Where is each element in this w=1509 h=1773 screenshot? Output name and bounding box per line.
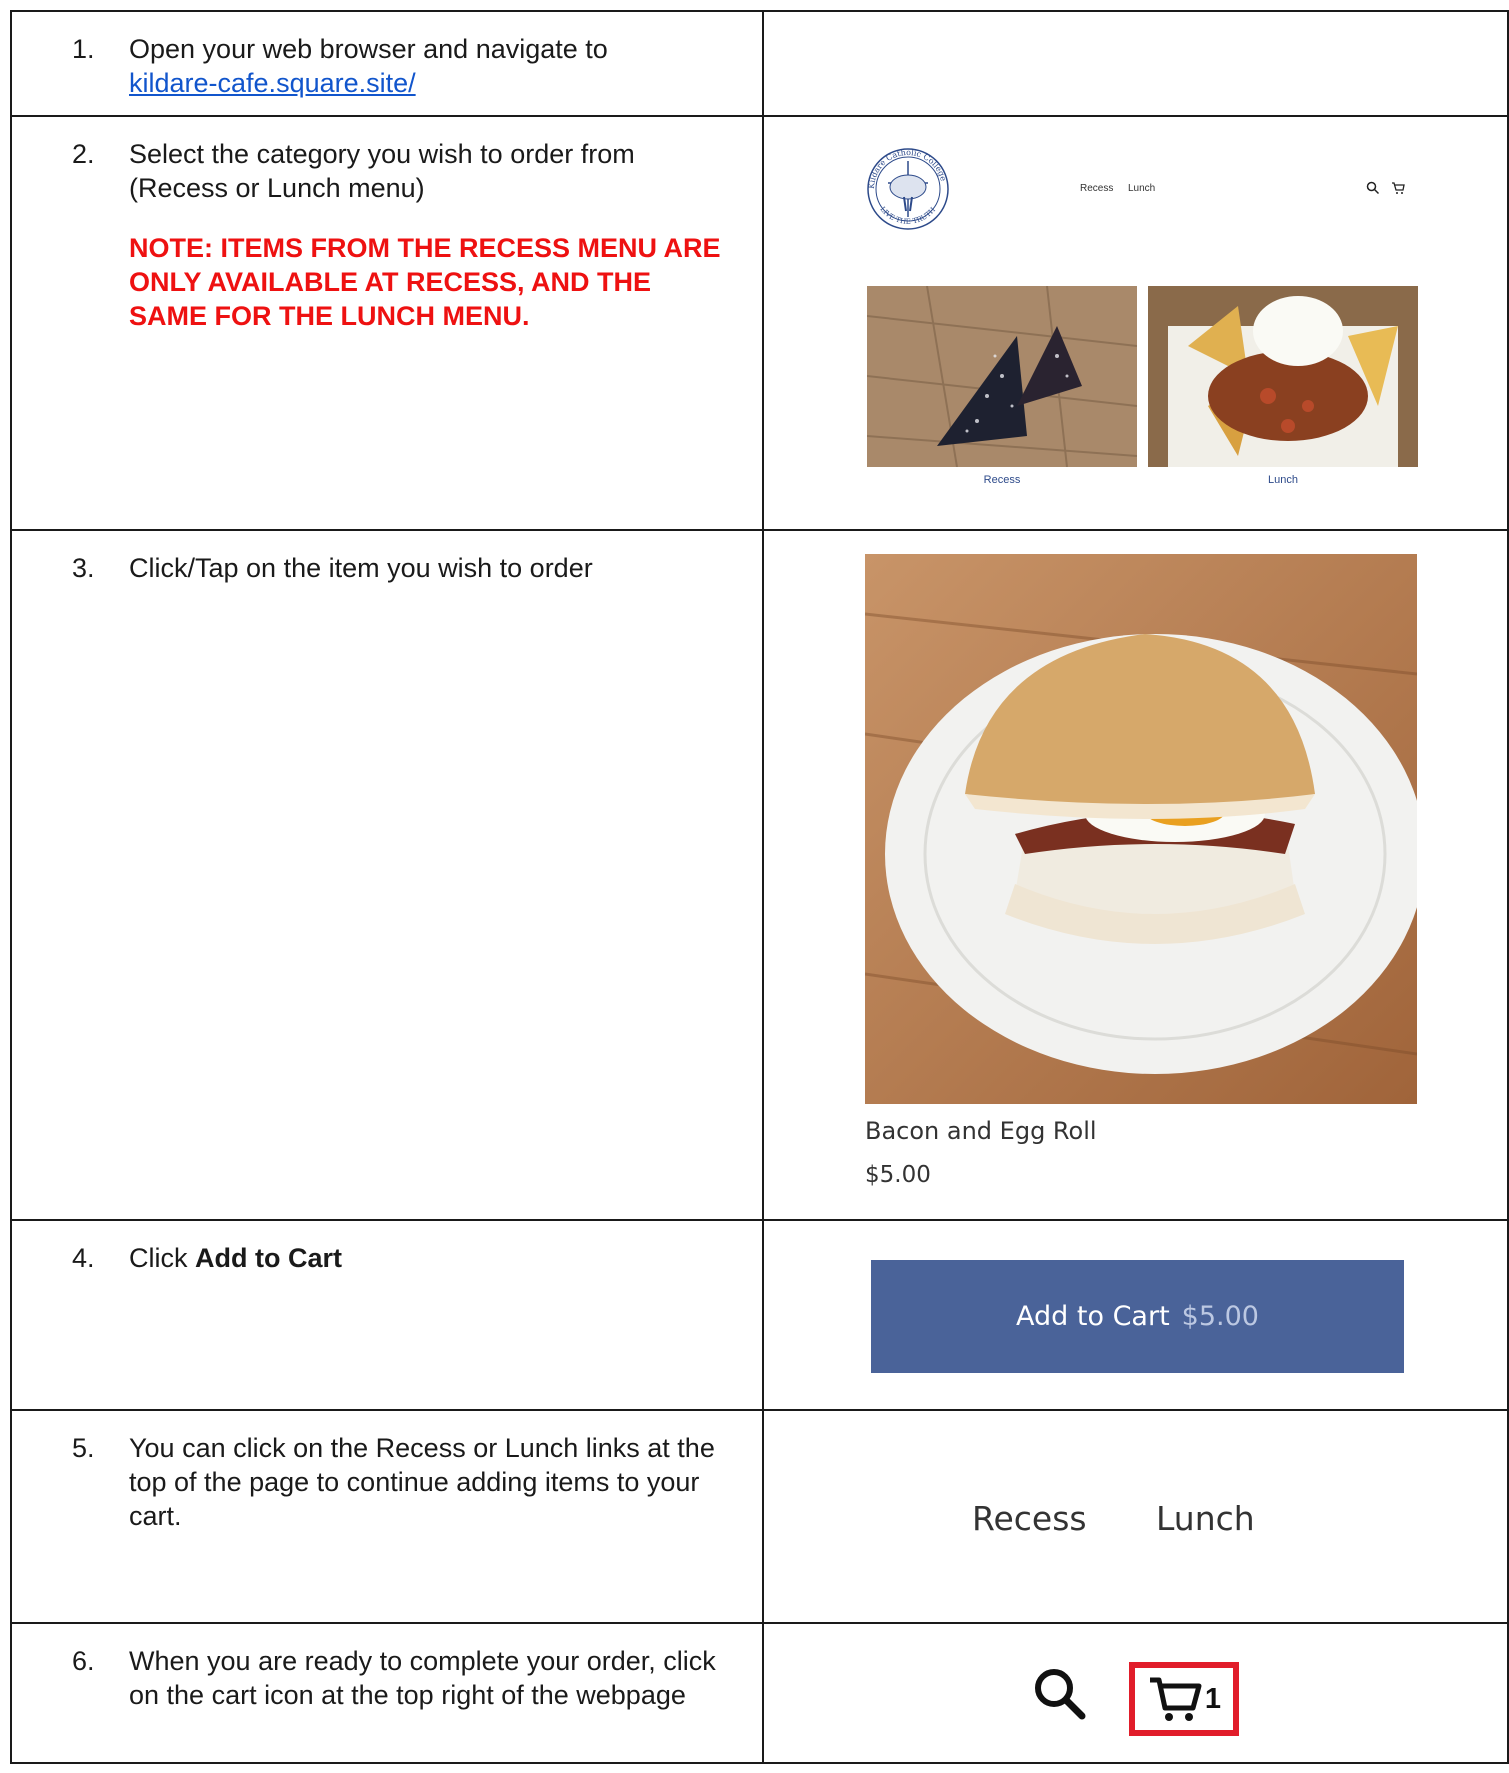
product-price: $5.00 [865, 1162, 931, 1188]
nav-recess-small[interactable]: Recess [1080, 183, 1113, 194]
search-icon[interactable] [1366, 181, 1380, 195]
step-number: 4. [72, 1243, 95, 1273]
product-name[interactable]: Bacon and Egg Roll [865, 1117, 1097, 1145]
step-row-6: 6. When you are ready to complete your o… [10, 1622, 1509, 1764]
step-text: When you are ready to complete your orde… [129, 1646, 716, 1710]
step-row-4: 4. Click Add to Cart Add to Cart $5.00 [10, 1219, 1509, 1411]
nav-lunch-link[interactable]: Lunch [1156, 1499, 1255, 1538]
nav-recess-link[interactable]: Recess [972, 1499, 1087, 1538]
cart-icon[interactable] [1147, 1674, 1203, 1724]
step-number: 5. [72, 1433, 95, 1463]
step-number: 2. [72, 139, 95, 169]
college-logo: Kildare Catholic College LIVE THE TRUTH [862, 139, 954, 243]
step-number: 3. [72, 553, 95, 583]
search-icon[interactable] [1030, 1664, 1090, 1724]
category-label-recess[interactable]: Recess [867, 474, 1137, 486]
step-text: Select the category you wish to order fr… [129, 139, 635, 203]
step-row-2: 2. Select the category you wish to order… [10, 115, 1509, 531]
site-preview: Kildare Catholic College LIVE THE TRUTH … [762, 115, 1509, 531]
step-text: Open your web browser and navigate to [129, 34, 608, 64]
lunch-photo[interactable] [1148, 286, 1418, 467]
recess-photo[interactable] [867, 286, 1137, 467]
step-text-bold: Add to Cart [195, 1243, 342, 1273]
nav-lunch-small[interactable]: Lunch [1128, 183, 1155, 194]
add-to-cart-label: Add to Cart [1016, 1301, 1170, 1332]
product-image[interactable] [865, 554, 1417, 1104]
step-text: Click [129, 1243, 195, 1273]
cart-icon[interactable] [1391, 181, 1405, 195]
warning-note: NOTE: ITEMS FROM THE RECESS MENU ARE ONL… [129, 233, 721, 331]
cart-count-badge: 1 [1204, 1682, 1222, 1715]
category-label-lunch[interactable]: Lunch [1148, 474, 1418, 486]
add-to-cart-button[interactable]: Add to Cart $5.00 [871, 1260, 1404, 1373]
step-row-5: 5. You can click on the Recess or Lunch … [10, 1409, 1509, 1624]
product-preview: Bacon and Egg Roll $5.00 [762, 529, 1509, 1221]
step-row-1: 1. Open your web browser and navigate to… [10, 10, 1509, 117]
step-number: 6. [72, 1646, 95, 1676]
step-row-3: 3. Click/Tap on the item you wish to ord… [10, 529, 1509, 1221]
step-number: 1. [72, 34, 95, 64]
add-to-cart-price: $5.00 [1181, 1301, 1259, 1332]
step-text: You can click on the Recess or Lunch lin… [129, 1433, 715, 1531]
step-text: Click/Tap on the item you wish to order [129, 553, 593, 583]
cart-highlight[interactable]: 1 [1129, 1662, 1239, 1736]
instruction-table: 1. Open your web browser and navigate to… [10, 10, 1509, 1764]
site-link[interactable]: kildare-cafe.square.site/ [129, 68, 416, 98]
